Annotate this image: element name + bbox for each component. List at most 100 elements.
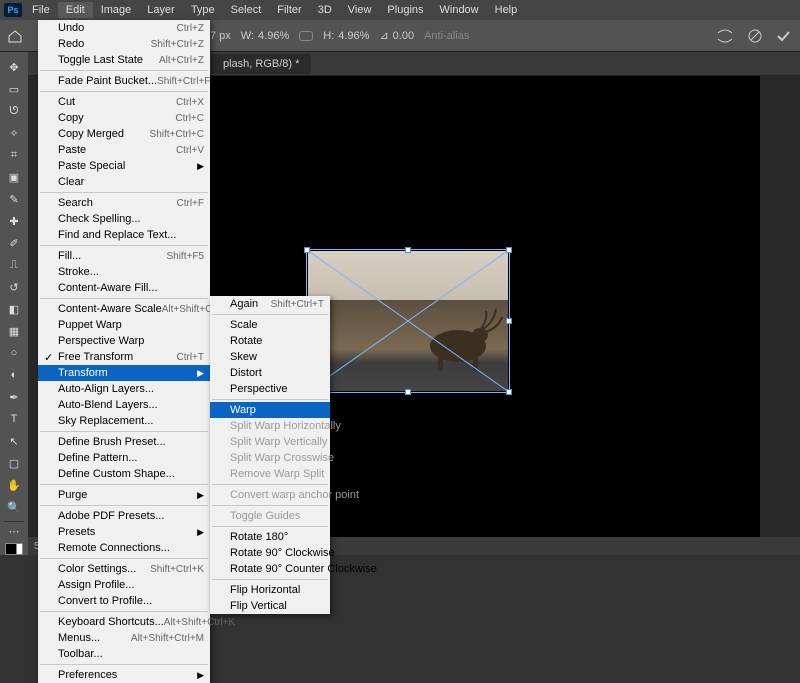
transform-handle-se[interactable] xyxy=(506,389,512,395)
menu-type[interactable]: Type xyxy=(183,2,223,18)
hand-tool[interactable]: ✋ xyxy=(2,474,26,496)
commit-transform-icon[interactable] xyxy=(776,29,790,43)
edit-menu-redo[interactable]: RedoShift+Ctrl+Z xyxy=(38,36,210,52)
transform-handle-n[interactable] xyxy=(405,247,411,253)
shape-tool[interactable]: ▢ xyxy=(2,452,26,474)
transform-handle-nw[interactable] xyxy=(304,247,310,253)
menu-3d[interactable]: 3D xyxy=(310,2,340,18)
edit-menu-free-transform[interactable]: ✓Free TransformCtrl+T xyxy=(38,349,210,365)
transform-menu-again[interactable]: AgainShift+Ctrl+T xyxy=(210,296,330,312)
edit-menu-presets[interactable]: Presets▶ xyxy=(38,524,210,540)
edit-menu-define-custom-shape[interactable]: Define Custom Shape... xyxy=(38,466,210,482)
menu-select[interactable]: Select xyxy=(223,2,270,18)
edit-menu-color-settings[interactable]: Color Settings...Shift+Ctrl+K xyxy=(38,561,210,577)
edit-menu-fade-paint-bucket[interactable]: Fade Paint Bucket...Shift+Ctrl+F xyxy=(38,73,210,89)
type-tool[interactable]: T xyxy=(2,408,26,430)
menu-help[interactable]: Help xyxy=(487,2,526,18)
menu-filter[interactable]: Filter xyxy=(269,2,309,18)
menu-edit[interactable]: Edit xyxy=(58,2,93,18)
frame-tool[interactable]: ▣ xyxy=(2,166,26,188)
edit-menu-define-brush-preset[interactable]: Define Brush Preset... xyxy=(38,434,210,450)
edit-menu-auto-blend-layers[interactable]: Auto-Blend Layers... xyxy=(38,397,210,413)
menu-layer[interactable]: Layer xyxy=(139,2,183,18)
transform-handle-e[interactable] xyxy=(506,318,512,324)
edit-menu-remote-connections[interactable]: Remote Connections... xyxy=(38,540,210,556)
color-swatch[interactable] xyxy=(5,543,23,555)
edit-menu-content-aware-scale[interactable]: Content-Aware ScaleAlt+Shift+Ctrl+C xyxy=(38,301,210,317)
edit-menu-adobe-pdf-presets[interactable]: Adobe PDF Presets... xyxy=(38,508,210,524)
home-icon[interactable] xyxy=(6,27,24,45)
edit-menu-sky-replacement[interactable]: Sky Replacement... xyxy=(38,413,210,429)
edit-toolbar-icon[interactable]: ⋯ xyxy=(2,525,26,539)
eraser-tool[interactable]: ◧ xyxy=(2,298,26,320)
transform-menu-flip-vertical[interactable]: Flip Vertical xyxy=(210,598,330,614)
transform-menu-rotate-90-clockwise[interactable]: Rotate 90° Clockwise xyxy=(210,545,330,561)
menu-image[interactable]: Image xyxy=(93,2,140,18)
edit-menu-purge[interactable]: Purge▶ xyxy=(38,487,210,503)
transform-angle-field[interactable]: ⊿0.00 xyxy=(379,29,414,42)
wand-tool[interactable]: ✧ xyxy=(2,122,26,144)
menu-plugins[interactable]: Plugins xyxy=(379,2,431,18)
transform-bounding-box[interactable] xyxy=(306,249,510,393)
transform-menu-rotate-90-counter-clockwise[interactable]: Rotate 90° Counter Clockwise xyxy=(210,561,330,577)
edit-menu-keyboard-shortcuts[interactable]: Keyboard Shortcuts...Alt+Shift+Ctrl+K xyxy=(38,614,210,630)
transform-handle-s[interactable] xyxy=(405,389,411,395)
edit-menu-clear[interactable]: Clear xyxy=(38,174,210,190)
transform-menu-rotate-180[interactable]: Rotate 180° xyxy=(210,529,330,545)
edit-menu-search[interactable]: SearchCtrl+F xyxy=(38,195,210,211)
brush-tool[interactable]: ✐ xyxy=(2,232,26,254)
edit-menu-undo[interactable]: UndoCtrl+Z xyxy=(38,20,210,36)
marquee-tool[interactable]: ▭ xyxy=(2,78,26,100)
edit-menu-fill[interactable]: Fill...Shift+F5 xyxy=(38,248,210,264)
menu-window[interactable]: Window xyxy=(432,2,487,18)
lasso-tool[interactable]: ᘎ xyxy=(2,100,26,122)
edit-menu-perspective-warp[interactable]: Perspective Warp xyxy=(38,333,210,349)
transform-y-field[interactable]: 7 px xyxy=(210,30,231,42)
pen-tool[interactable]: ✒ xyxy=(2,386,26,408)
history-tool[interactable]: ↺ xyxy=(2,276,26,298)
stamp-tool[interactable]: ⎍ xyxy=(2,254,26,276)
transform-handle-ne[interactable] xyxy=(506,247,512,253)
transform-menu-scale[interactable]: Scale xyxy=(210,317,330,333)
edit-menu-find-and-replace-text[interactable]: Find and Replace Text... xyxy=(38,227,210,243)
move-tool[interactable]: ✥ xyxy=(2,56,26,78)
edit-menu-define-pattern[interactable]: Define Pattern... xyxy=(38,450,210,466)
edit-menu-toolbar[interactable]: Toolbar... xyxy=(38,646,210,662)
edit-menu-auto-align-layers[interactable]: Auto-Align Layers... xyxy=(38,381,210,397)
eyedrop-tool[interactable]: ✎ xyxy=(2,188,26,210)
edit-menu-toggle-last-state[interactable]: Toggle Last StateAlt+Ctrl+Z xyxy=(38,52,210,68)
heal-tool[interactable]: ✚ xyxy=(2,210,26,232)
edit-menu-stroke[interactable]: Stroke... xyxy=(38,264,210,280)
edit-menu-convert-to-profile[interactable]: Convert to Profile... xyxy=(38,593,210,609)
dodge-tool[interactable]: ◐ xyxy=(2,364,26,386)
link-icon[interactable] xyxy=(299,31,313,41)
transform-menu-skew[interactable]: Skew xyxy=(210,349,330,365)
transform-menu-distort[interactable]: Distort xyxy=(210,365,330,381)
menu-view[interactable]: View xyxy=(340,2,380,18)
edit-menu-copy[interactable]: CopyCtrl+C xyxy=(38,110,210,126)
transform-menu-flip-horizontal[interactable]: Flip Horizontal xyxy=(210,582,330,598)
edit-menu-menus[interactable]: Menus...Alt+Shift+Ctrl+M xyxy=(38,630,210,646)
antialias-checkbox[interactable]: Anti-alias xyxy=(424,30,469,42)
edit-menu-check-spelling[interactable]: Check Spelling... xyxy=(38,211,210,227)
warp-options-icon[interactable] xyxy=(716,29,734,43)
edit-menu-paste[interactable]: PasteCtrl+V xyxy=(38,142,210,158)
transform-menu-perspective[interactable]: Perspective xyxy=(210,381,330,397)
transform-menu-rotate[interactable]: Rotate xyxy=(210,333,330,349)
edit-menu-transform[interactable]: Transform▶ xyxy=(38,365,210,381)
edit-menu-paste-special[interactable]: Paste Special▶ xyxy=(38,158,210,174)
blur-tool[interactable]: ○ xyxy=(2,342,26,364)
transform-menu-warp[interactable]: Warp xyxy=(210,402,330,418)
gradient-tool[interactable]: ▦ xyxy=(2,320,26,342)
zoom-tool[interactable]: 🔍 xyxy=(2,496,26,518)
document-tab[interactable]: plash, RGB/8) * xyxy=(211,54,311,74)
crop-tool[interactable]: ⌗ xyxy=(2,144,26,166)
edit-menu-content-aware-fill[interactable]: Content-Aware Fill... xyxy=(38,280,210,296)
edit-menu-puppet-warp[interactable]: Puppet Warp xyxy=(38,317,210,333)
cancel-transform-icon[interactable] xyxy=(748,29,762,43)
menu-file[interactable]: File xyxy=(24,2,58,18)
edit-menu-copy-merged[interactable]: Copy MergedShift+Ctrl+C xyxy=(38,126,210,142)
path-tool[interactable]: ↖ xyxy=(2,430,26,452)
edit-menu-assign-profile[interactable]: Assign Profile... xyxy=(38,577,210,593)
edit-menu-cut[interactable]: CutCtrl+X xyxy=(38,94,210,110)
